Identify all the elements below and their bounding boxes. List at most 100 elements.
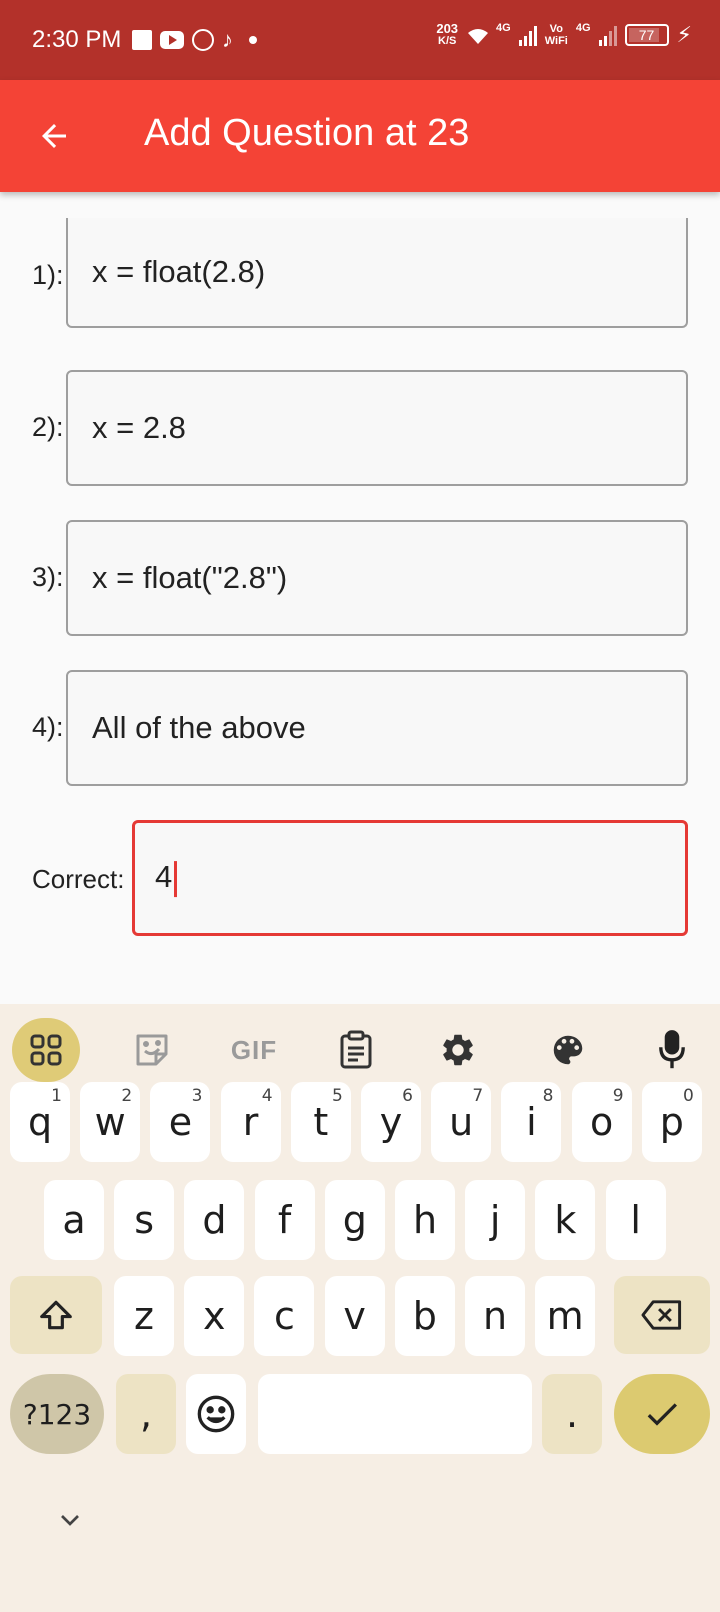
option-label: 2): [32,412,64,442]
dot-icon [249,36,257,44]
key-s[interactable]: s [114,1180,175,1260]
whatsapp-icon [192,29,214,51]
key-hint: 1 [51,1086,62,1106]
option-input[interactable]: All of the above [66,670,688,786]
key-label: e [168,1100,193,1144]
theme-button[interactable] [534,1018,602,1082]
microphone-icon [659,1030,685,1069]
arrow-left-icon [42,124,66,148]
youtube-icon [160,31,184,49]
back-button[interactable] [26,108,82,164]
key-n[interactable]: n [465,1276,525,1356]
enter-key[interactable] [614,1374,710,1454]
option-label: 1): [32,260,64,290]
correct-input[interactable]: 4 [132,820,688,936]
key-o[interactable]: o9 [571,1082,632,1162]
correct-label: Correct: [32,864,125,894]
system-icons: 203 K/S 4G Vo WiFi 4G 77 ⚡ [436,22,692,48]
clipboard-icon [340,1030,372,1069]
chevron-down-icon[interactable] [54,1504,86,1536]
key-label: q [27,1100,53,1144]
key-z[interactable]: z [114,1276,174,1356]
option-label: 4): [32,712,64,742]
option-input-value: All of the above [92,710,306,745]
text-cursor [174,860,178,897]
signal-icon [518,24,537,46]
key-h[interactable]: h [395,1180,455,1260]
key-v[interactable]: v [324,1276,385,1356]
key-label: p [659,1100,684,1144]
key-g[interactable]: g [324,1180,385,1260]
signal-icon [598,24,617,46]
option-input[interactable]: x = 2.8 [66,370,688,486]
space-key[interactable] [258,1374,532,1454]
apps-icon [30,1034,62,1066]
key-hint: 8 [542,1086,554,1106]
correct-input-value: 4 [155,859,178,897]
comma-key[interactable]: , [116,1374,176,1454]
key-m[interactable]: m [535,1276,596,1356]
key-j[interactable]: j [465,1180,526,1260]
key-i[interactable]: i8 [501,1082,562,1162]
key-w[interactable]: w2 [80,1082,141,1162]
key-label: o [589,1100,614,1144]
key-e[interactable]: e3 [150,1082,211,1162]
key-q[interactable]: q1 [10,1082,70,1162]
shift-key[interactable] [10,1276,102,1354]
key-hint: 2 [121,1086,133,1106]
key-p[interactable]: p0 [641,1082,702,1162]
key-label: w [94,1100,126,1144]
tiktok-icon: ♪ [222,27,233,52]
key-hint: 9 [612,1086,624,1106]
option-label: 3): [32,562,64,592]
clipboard-button[interactable] [322,1018,390,1082]
notification-square-icon [132,30,152,50]
key-hint: 7 [472,1086,484,1106]
key-hint: 0 [682,1086,694,1106]
key-label: r [242,1100,259,1144]
gif-button[interactable]: GIF [220,1018,288,1082]
status-time: 2:30 PM [32,26,122,53]
option-input-value: x = float("2.8") [92,560,288,595]
battery-icon: 77 [624,24,669,46]
backspace-icon [641,1300,682,1330]
sticker-button[interactable] [118,1018,186,1082]
voice-input-button[interactable] [638,1018,706,1082]
key-f[interactable]: f [254,1180,315,1260]
settings-button[interactable] [424,1018,492,1082]
symbols-key[interactable]: ?123 [10,1374,104,1454]
notification-icons: ♪ [132,27,257,53]
status-bar: 2:30 PM ♪ 203 K/S 4G Vo WiFi 4G 77 ⚡ [0,0,720,80]
emoji-icon [197,1395,235,1433]
key-c[interactable]: c [254,1276,315,1356]
key-hint: 6 [402,1086,413,1106]
network-type-2: 4G [575,22,591,34]
wifi-icon [466,26,489,44]
volte-icon: Vo WiFi [544,23,568,47]
key-label: y [379,1100,403,1144]
key-k[interactable]: k [535,1180,596,1260]
key-hint: 5 [331,1086,343,1106]
key-r[interactable]: r4 [220,1082,281,1162]
emoji-key[interactable] [186,1374,246,1454]
key-a[interactable]: a [44,1180,104,1260]
keyboard: GIF q1w2e3r4t5y6u7i8o9p0 as d f g h j k … [0,1004,720,1612]
option-input[interactable]: x = float(2.8) [66,218,688,328]
key-l[interactable]: l [605,1180,666,1260]
backspace-key[interactable] [614,1276,710,1354]
key-x[interactable]: x [184,1276,245,1356]
key-u[interactable]: u7 [431,1082,492,1162]
app-bar: Add Question at 23 [0,80,720,192]
check-icon [647,1403,677,1426]
key-t[interactable]: t5 [290,1082,351,1162]
key-b[interactable]: b [394,1276,455,1356]
key-hint: 3 [191,1086,203,1106]
key-label: i [526,1100,537,1144]
apps-button[interactable] [12,1018,80,1082]
palette-icon [553,1035,583,1065]
key-y[interactable]: y6 [361,1082,421,1162]
option-input[interactable]: x = float("2.8") [66,520,688,636]
option-input-value: x = float(2.8) [92,254,266,289]
period-key[interactable]: . [542,1374,602,1454]
key-d[interactable]: d [184,1180,245,1260]
